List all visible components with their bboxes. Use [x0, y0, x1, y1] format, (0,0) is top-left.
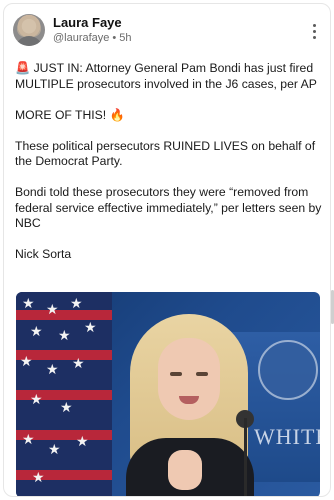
post-text: JUST IN: Attorney General Pam Bondi has … [15, 61, 317, 91]
post-header: Laura Faye @laurafaye • 5h [13, 14, 323, 50]
speaker-hand [168, 450, 202, 490]
seal-graphic [258, 340, 318, 400]
author-name[interactable]: Laura Faye [53, 15, 122, 30]
speaker-face [158, 338, 220, 420]
post-card: Laura Faye @laurafaye • 5h 🚨 JUST IN: Atto… [3, 3, 331, 497]
post-paragraph: 🚨 JUST IN: Attorney General Pam Bondi ha… [15, 61, 327, 92]
post-body: 🚨 JUST IN: Attorney General Pam Bondi ha… [15, 61, 327, 278]
meta-separator: • [112, 32, 117, 44]
siren-emoji: 🚨 [15, 61, 31, 75]
more-vertical-icon[interactable] [305, 20, 323, 42]
microphone-stand [244, 418, 247, 496]
post-paragraph: Bondi told these prosecutors they were “… [15, 185, 322, 230]
avatar-hair [17, 17, 41, 37]
post-paragraph: Nick Sorta [15, 247, 72, 261]
post-image[interactable]: ★ ★ ★ ★ ★ ★ ★ ★ ★ ★ ★ ★ ★ ★ ★ WHITE [16, 292, 320, 496]
flag-graphic: ★ ★ ★ ★ ★ ★ ★ ★ ★ ★ ★ ★ ★ ★ ★ [16, 292, 112, 496]
post-time[interactable]: 5h [119, 32, 131, 44]
banner-text: WHITE [254, 424, 320, 449]
post-paragraph: MORE OF THIS! 🔥 [15, 107, 125, 122]
avatar[interactable] [13, 14, 45, 46]
speaker-figure [112, 310, 262, 496]
author-meta: @laurafaye • 5h [53, 32, 132, 44]
post-paragraph: These political persecutors RUINED LIVES… [15, 138, 316, 169]
avatar-shoulders [15, 36, 43, 46]
author-handle[interactable]: @laurafaye [53, 32, 109, 44]
